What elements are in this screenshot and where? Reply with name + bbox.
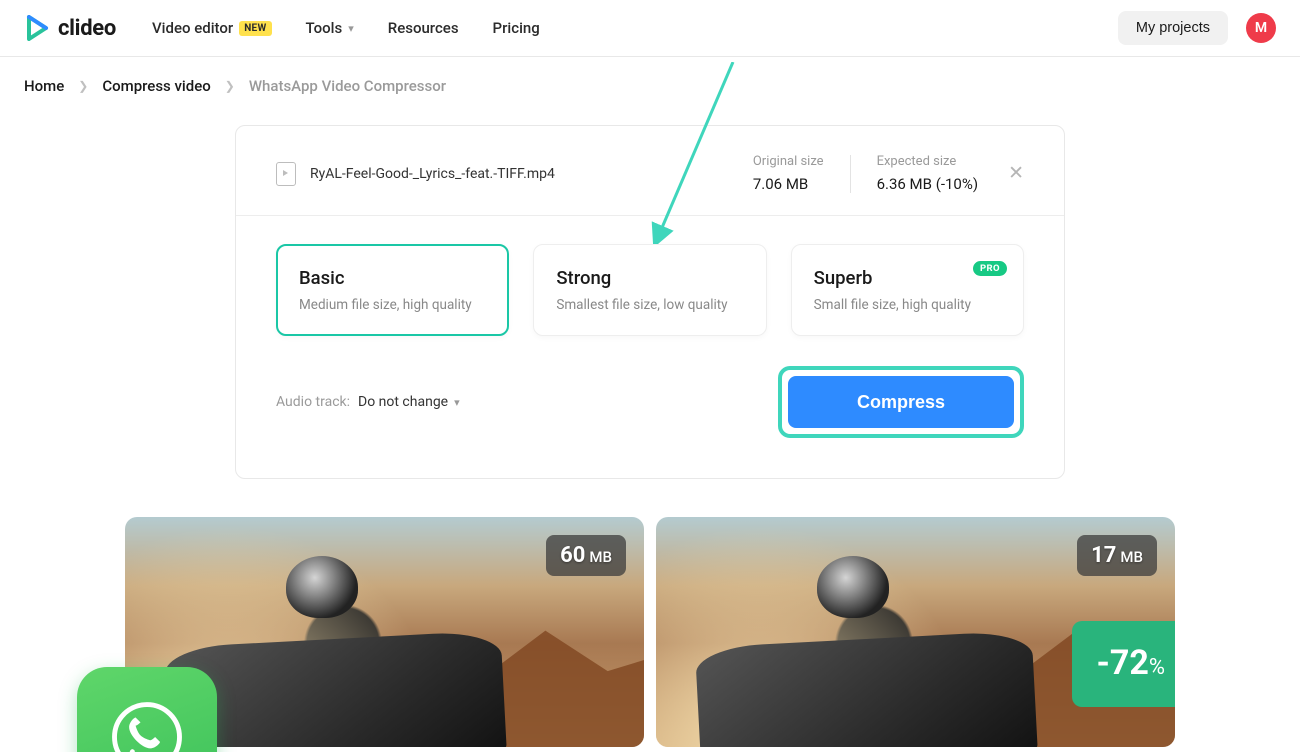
reduction-pct: % (1149, 655, 1165, 680)
chevron-right-icon: ❯ (78, 79, 88, 93)
size-value: 6.36 MB (-10%) (877, 175, 978, 193)
badge-number: 17 (1091, 543, 1116, 568)
file-name: RyAL-Feel-Good-_Lyrics_-feat.-TIFF.mp4 (310, 166, 555, 182)
badge-number: 60 (560, 543, 585, 568)
new-badge: NEW (239, 21, 271, 36)
nav-label: Pricing (493, 19, 540, 37)
nav-tools[interactable]: Tools ▾ (306, 19, 354, 37)
crumb-home[interactable]: Home (24, 77, 64, 95)
audio-track-select[interactable]: Do not change ▾ (358, 394, 460, 410)
logo[interactable]: clideo (24, 15, 116, 41)
option-title: Strong (556, 267, 743, 289)
chevron-right-icon: ❯ (225, 79, 235, 93)
original-size: Original size 7.06 MB (753, 154, 824, 193)
compress-button[interactable]: Compress (788, 376, 1014, 428)
reduction-value: -72 (1096, 643, 1148, 683)
nav-label: Video editor (152, 19, 233, 37)
size-label: Expected size (877, 154, 978, 169)
video-file-icon (276, 162, 296, 186)
main-nav: Video editor NEW Tools ▾ Resources Prici… (152, 19, 540, 37)
after-shot: 17 MB -72 % (656, 517, 1175, 747)
chevron-down-icon: ▾ (348, 22, 354, 35)
compress-card: RyAL-Feel-Good-_Lyrics_-feat.-TIFF.mp4 O… (235, 125, 1065, 479)
comparison-strip: 60 MB 17 MB -72 % (125, 517, 1175, 747)
compression-options: Basic Medium file size, high quality Str… (236, 216, 1064, 366)
divider (850, 155, 851, 193)
option-strong[interactable]: Strong Smallest file size, low quality (533, 244, 766, 336)
size-label: Original size (753, 154, 824, 169)
pro-badge: PRO (973, 261, 1007, 276)
after-size-badge: 17 MB (1077, 535, 1157, 576)
nav-pricing[interactable]: Pricing (493, 19, 540, 37)
option-basic[interactable]: Basic Medium file size, high quality (276, 244, 509, 336)
card-bottom: Audio track: Do not change ▾ Compress (236, 366, 1064, 478)
nav-video-editor[interactable]: Video editor NEW (152, 19, 272, 37)
whatsapp-icon (77, 667, 217, 752)
header: clideo Video editor NEW Tools ▾ Resource… (0, 0, 1300, 57)
nav-label: Tools (306, 19, 343, 37)
option-desc: Medium file size, high quality (299, 297, 486, 313)
before-size-badge: 60 MB (546, 535, 626, 576)
crumb-compress-video[interactable]: Compress video (102, 77, 210, 95)
logo-text: clideo (58, 16, 116, 41)
badge-unit: MB (589, 548, 612, 566)
option-desc: Small file size, high quality (814, 297, 1001, 313)
crumb-current: WhatsApp Video Compressor (249, 77, 446, 95)
audio-track-value: Do not change (358, 394, 448, 410)
avatar[interactable]: M (1246, 13, 1276, 43)
file-row: RyAL-Feel-Good-_Lyrics_-feat.-TIFF.mp4 O… (236, 126, 1064, 215)
audio-track-label: Audio track: (276, 394, 350, 410)
nav-resources[interactable]: Resources (388, 19, 459, 37)
remove-file-button[interactable]: ✕ (1008, 164, 1024, 183)
logo-play-icon (24, 15, 50, 41)
reduction-badge: -72 % (1072, 621, 1175, 707)
option-title: Basic (299, 267, 486, 289)
compress-highlight: Compress (778, 366, 1024, 438)
expected-size: Expected size 6.36 MB (-10%) (877, 154, 978, 193)
size-block: Original size 7.06 MB Expected size 6.36… (753, 154, 1024, 193)
option-desc: Smallest file size, low quality (556, 297, 743, 313)
chevron-down-icon: ▾ (454, 396, 460, 409)
breadcrumb: Home ❯ Compress video ❯ WhatsApp Video C… (0, 57, 1300, 95)
badge-unit: MB (1120, 548, 1143, 566)
my-projects-button[interactable]: My projects (1118, 11, 1228, 45)
size-value: 7.06 MB (753, 175, 824, 193)
nav-label: Resources (388, 19, 459, 37)
option-superb[interactable]: PRO Superb Small file size, high quality (791, 244, 1024, 336)
